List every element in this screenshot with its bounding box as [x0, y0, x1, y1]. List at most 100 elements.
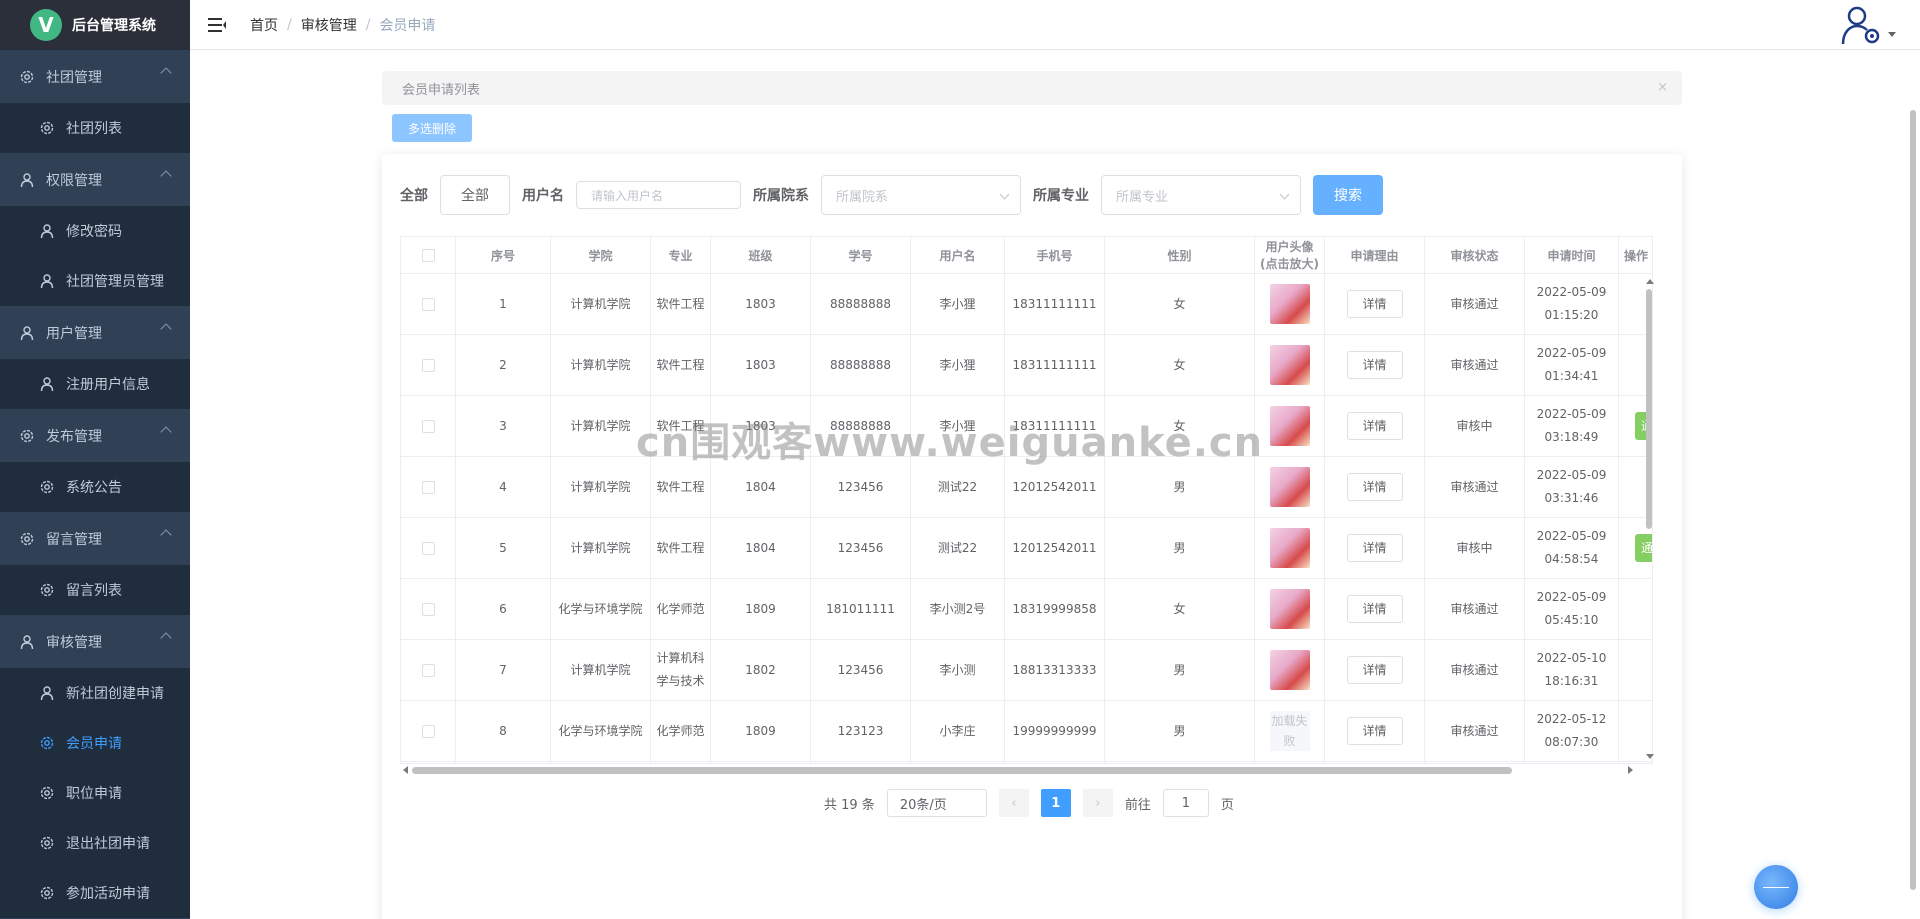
sidebar-group[interactable]: 用户管理 [0, 306, 190, 359]
row-checkbox[interactable] [421, 480, 435, 494]
cell-no: 3 [456, 396, 551, 456]
cell-reason: 详情 [1325, 518, 1425, 578]
page-size-select[interactable]: 20条/页 [886, 789, 987, 817]
cell-no: 7 [456, 640, 551, 700]
cell-college: 计算机学院 [551, 518, 651, 578]
username-input[interactable]: 请输入用户名 [576, 181, 741, 209]
sidebar: V 后台管理系统 社团管理 社团列表 权限管理 修改密码 社团管理员管理 用户管理 注册用户… [0, 0, 190, 919]
scroll-thumb[interactable] [412, 767, 1512, 774]
cell-phone: 18311111111 [1005, 335, 1105, 395]
avatar-thumbnail[interactable] [1269, 589, 1310, 629]
cell-no: 5 [456, 518, 551, 578]
sidebar-group[interactable]: 审核管理 [0, 615, 190, 668]
hamburger-icon[interactable] [208, 15, 228, 35]
cell-phone: 18813313333 [1005, 640, 1105, 700]
row-checkbox[interactable] [421, 602, 435, 616]
detail-button[interactable]: 详情 [1346, 290, 1403, 318]
sidebar-item[interactable]: 参加活动申请 [0, 868, 190, 918]
sidebar-item[interactable]: 会员申请 [0, 718, 190, 768]
scroll-up-icon[interactable] [1646, 279, 1654, 284]
table-horizontal-scrollbar[interactable] [400, 764, 1653, 776]
gear-icon [38, 834, 56, 852]
sidebar-item-label: 注册用户信息 [66, 377, 150, 393]
list-title-alert: 会员申请列表 × [382, 71, 1682, 105]
sidebar-group[interactable]: 留言管理 [0, 512, 190, 565]
sidebar-item[interactable]: 修改密码 [0, 206, 190, 256]
sidebar-item[interactable]: 社团列表 [0, 103, 190, 153]
scroll-thumb[interactable] [1646, 289, 1652, 529]
detail-button[interactable]: 详情 [1346, 351, 1403, 379]
row-checkbox[interactable] [421, 541, 435, 555]
chevron-up-icon [160, 529, 172, 541]
sidebar-item[interactable]: 系统公告 [0, 462, 190, 512]
sidebar-item[interactable]: 职位申请 [0, 768, 190, 818]
cell-sid: 123456 [811, 640, 911, 700]
cell-no: 4 [456, 457, 551, 517]
sidebar-item[interactable]: 新社团创建申请 [0, 668, 190, 718]
scroll-left-icon[interactable] [403, 766, 408, 774]
prev-page-button[interactable]: ‹ [998, 789, 1029, 817]
page-number-current[interactable]: 1 [1040, 789, 1071, 817]
all-button[interactable]: 全部 [440, 175, 510, 215]
sidebar-item-label: 修改密码 [66, 224, 122, 240]
major-select[interactable]: 所属专业 [1101, 175, 1301, 215]
gear-icon [18, 427, 36, 445]
avatar-thumbnail[interactable] [1269, 528, 1310, 568]
row-checkbox[interactable] [421, 724, 435, 738]
select-all-checkbox[interactable] [421, 248, 435, 262]
cell-college: 计算机学院 [551, 274, 651, 334]
user-avatar-dropdown[interactable] [1840, 4, 1896, 46]
scroll-down-icon[interactable] [1646, 754, 1654, 759]
chevron-up-icon [160, 632, 172, 644]
row-checkbox[interactable] [421, 358, 435, 372]
scroll-right-icon[interactable] [1628, 766, 1633, 774]
page-vertical-scrollbar[interactable] [1910, 110, 1916, 890]
table-vertical-scrollbar[interactable] [1646, 279, 1654, 759]
avatar-thumbnail[interactable] [1269, 406, 1310, 446]
avatar-thumbnail[interactable] [1269, 650, 1310, 690]
avatar-thumbnail[interactable] [1269, 345, 1310, 385]
gear-icon [38, 581, 56, 599]
college-select[interactable]: 所属院系 [821, 175, 1021, 215]
avatar-thumbnail[interactable] [1269, 284, 1310, 324]
sidebar-item[interactable]: 留言列表 [0, 565, 190, 615]
column-header: 学院 [551, 237, 651, 273]
cell-avatar: 加载失败 [1255, 701, 1325, 761]
detail-button[interactable]: 详情 [1346, 656, 1403, 684]
sidebar-group[interactable]: 发布管理 [0, 409, 190, 462]
batch-delete-button[interactable]: 多选删除 [392, 114, 472, 142]
search-button[interactable]: 搜索 [1313, 175, 1383, 215]
breadcrumb-review[interactable]: 审核管理 [301, 15, 357, 35]
cell-sid: 88888888 [811, 335, 911, 395]
cell-time: 2022-05-09 03:31:46 [1525, 457, 1619, 517]
back-to-top-button[interactable] [1754, 865, 1798, 909]
row-checkbox[interactable] [421, 297, 435, 311]
sidebar-item[interactable]: 注册用户信息 [0, 359, 190, 409]
watermark: cn围观客www.weiguanke.cn [636, 420, 1264, 466]
row-checkbox[interactable] [421, 663, 435, 677]
row-checkbox[interactable] [421, 419, 435, 433]
detail-button[interactable]: 详情 [1346, 595, 1403, 623]
detail-button[interactable]: 详情 [1346, 717, 1403, 745]
detail-button[interactable]: 详情 [1346, 412, 1403, 440]
detail-button[interactable]: 详情 [1346, 473, 1403, 501]
column-header: 班级 [711, 237, 811, 273]
breadcrumb-home[interactable]: 首页 [250, 15, 278, 35]
cell-class: 1802 [711, 640, 811, 700]
sidebar-group[interactable]: 权限管理 [0, 153, 190, 206]
close-icon[interactable]: × [1657, 80, 1668, 95]
alert-title: 会员申请列表 [402, 82, 481, 98]
user-icon [38, 222, 56, 240]
breadcrumb-separator: / [287, 16, 292, 33]
goto-suffix: 页 [1220, 797, 1234, 813]
avatar-thumbnail[interactable] [1269, 467, 1310, 507]
goto-page-input[interactable]: 1 [1162, 789, 1209, 817]
table-row: 6 化学与环境学院 化学师范 1809 181011111 李小测2号 1831999985… [401, 579, 1652, 640]
sidebar-item[interactable]: 退出社团申请 [0, 818, 190, 868]
detail-button[interactable]: 详情 [1346, 534, 1403, 562]
next-page-button[interactable]: › [1082, 789, 1113, 817]
sidebar-item[interactable]: 社团管理员管理 [0, 256, 190, 306]
cell-reason: 详情 [1325, 457, 1425, 517]
cell-no: 8 [456, 701, 551, 761]
sidebar-group[interactable]: 社团管理 [0, 50, 190, 103]
